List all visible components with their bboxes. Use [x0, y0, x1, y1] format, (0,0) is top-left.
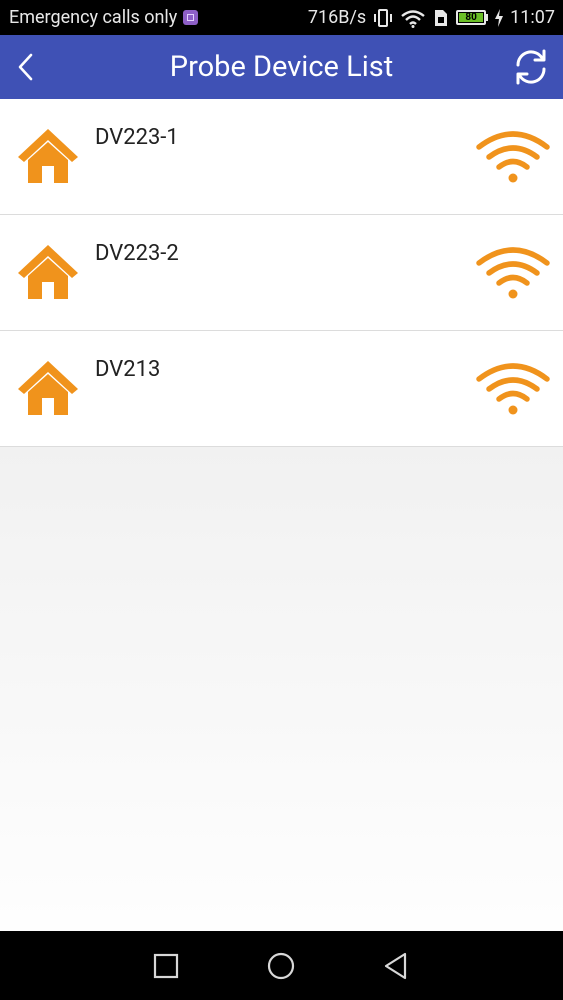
device-name: DV223-2 — [95, 241, 179, 266]
home-button[interactable] — [263, 948, 299, 984]
home-icon — [18, 245, 78, 299]
title-bar: Probe Device List — [0, 35, 563, 99]
device-row-dv223-1[interactable]: DV223-1 — [0, 99, 563, 215]
refresh-icon — [516, 49, 546, 85]
battery-icon: 80 — [456, 10, 489, 25]
wifi-icon — [476, 363, 550, 415]
back-nav-button[interactable] — [378, 948, 414, 984]
device-row-dv213[interactable]: DV213 — [0, 331, 563, 447]
chevron-left-icon — [18, 53, 33, 81]
battery-level: 80 — [459, 12, 484, 22]
carrier-text: Emergency calls only — [9, 7, 178, 28]
wifi-status-icon — [401, 9, 425, 28]
page-title: Probe Device List — [169, 50, 394, 84]
sim-notification-icon — [183, 10, 199, 25]
charging-icon — [495, 8, 504, 27]
vibrate-icon — [374, 8, 393, 27]
wifi-icon — [476, 247, 550, 299]
home-icon — [18, 129, 78, 183]
refresh-button[interactable] — [507, 43, 555, 91]
sim-icon — [435, 9, 448, 26]
device-name: DV213 — [95, 357, 161, 382]
list-empty-area — [0, 447, 563, 931]
network-speed: 716B/s — [307, 7, 367, 28]
status-left: Emergency calls only — [9, 7, 199, 28]
wifi-icon — [476, 131, 550, 183]
status-bar: Emergency calls only 716B/s 80 11:07 — [0, 0, 563, 35]
status-right: 716B/s 80 11:07 — [308, 7, 555, 28]
device-row-dv223-2[interactable]: DV223-2 — [0, 215, 563, 331]
clock: 11:07 — [510, 7, 555, 28]
device-list: DV223-1 DV223-2 DV213 — [0, 99, 563, 447]
device-name: DV223-1 — [95, 125, 179, 150]
recents-button[interactable] — [148, 948, 184, 984]
navigation-bar — [0, 931, 563, 1000]
home-icon — [18, 361, 78, 415]
back-button[interactable] — [0, 35, 50, 99]
